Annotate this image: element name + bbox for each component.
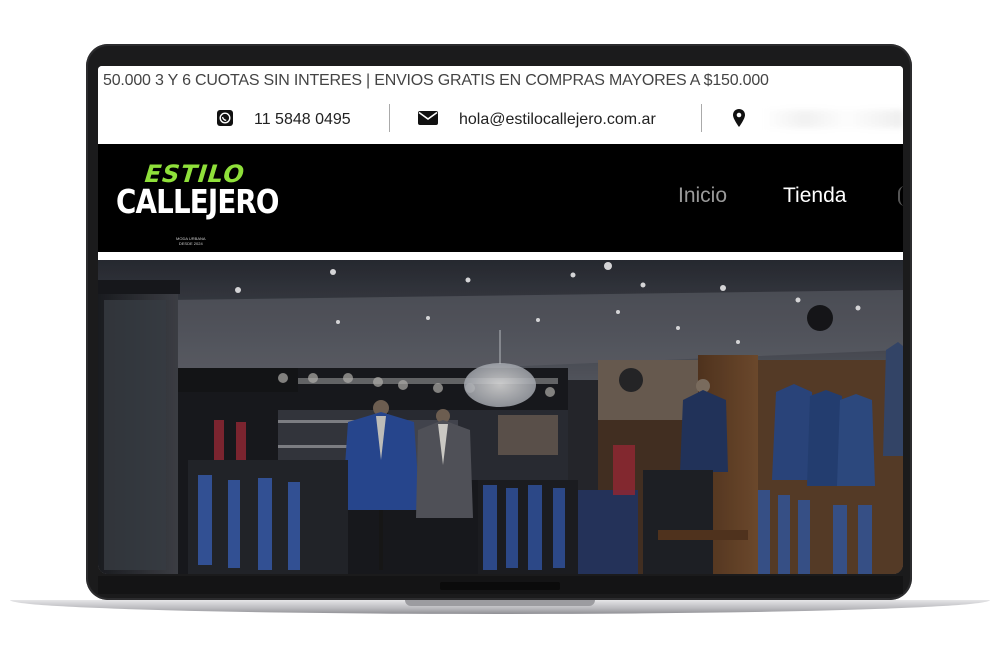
phone-link[interactable]: 11 5848 0495 — [216, 104, 351, 136]
logo-main-word: CALLEJERO — [116, 182, 279, 221]
logo-tagline: MODA URBANA DESDE 2024 — [176, 236, 206, 246]
hinge — [440, 582, 560, 590]
laptop-opening-notch — [405, 600, 595, 606]
redacted-address — [763, 110, 903, 128]
separator — [389, 104, 390, 132]
email-link[interactable]: hola@estilocallejero.com.ar — [417, 104, 656, 136]
laptop-mockup: 50.000 3 Y 6 CUOTAS SIN INTERES | ENVIOS… — [0, 0, 1000, 667]
site-header: ESTILO CALLEJERO MODA URBANA DESDE 2024 … — [98, 144, 903, 252]
logo-tagline-line-2: DESDE 2024 — [178, 241, 203, 246]
location-pin-icon — [732, 108, 746, 133]
nav-item-clipped[interactable] — [898, 186, 903, 206]
location-link[interactable] — [732, 104, 766, 136]
hero-image — [98, 260, 903, 574]
nav-item-inicio[interactable]: Inicio — [678, 184, 727, 208]
header-gap — [98, 252, 903, 260]
announcement-bar: 50.000 3 Y 6 CUOTAS SIN INTERES | ENVIOS… — [98, 66, 903, 96]
browser-screen: 50.000 3 Y 6 CUOTAS SIN INTERES | ENVIOS… — [98, 66, 903, 574]
whatsapp-icon — [216, 109, 234, 132]
separator — [701, 104, 702, 132]
store-interior-illustration — [98, 260, 903, 574]
email-address: hola@estilocallejero.com.ar — [459, 111, 656, 128]
phone-number: 11 5848 0495 — [254, 111, 351, 128]
mail-icon — [417, 110, 439, 131]
nav-item-tienda[interactable]: Tienda — [783, 184, 846, 208]
contact-bar: 11 5848 0495 hola@estilocallejero.com.ar — [98, 96, 903, 144]
